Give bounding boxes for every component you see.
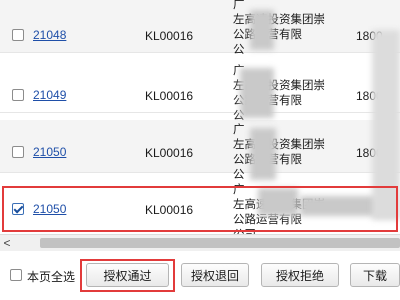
table-row: 21049 KL00016 广 左高速投资集团崇 公路运营有限 公 1800 — [0, 60, 400, 122]
row-checkbox[interactable] — [12, 146, 24, 158]
redaction-blur — [240, 68, 274, 118]
record-id-link[interactable]: 21048 — [33, 28, 66, 42]
download-button[interactable]: 下载 — [350, 263, 400, 287]
selection-highlight-frame — [2, 186, 398, 232]
table-row: 21050 KL00016 广 左高速投资集团崇 公路运营有限 公 18001 — [0, 120, 400, 181]
authorization-table: 21048 KL00016 广 左高速投资集团崇 公路运营有限 公 1800 2… — [0, 0, 400, 241]
record-id-link[interactable]: 21049 — [33, 88, 66, 102]
row-checkbox[interactable] — [12, 89, 24, 101]
redaction-blur — [250, 10, 274, 50]
action-footer: 本页全选 授权通过 授权退回 授权拒绝 下载 — [0, 251, 400, 300]
horizontal-scrollbar[interactable]: < — [0, 234, 400, 251]
select-all-label: 本页全选 — [27, 270, 76, 284]
scroll-left-icon[interactable]: < — [0, 235, 14, 251]
approve-button[interactable]: 授权通过 — [86, 263, 169, 287]
table-row: 21048 KL00016 广 左高速投资集团崇 公路运营有限 公 1800 — [0, 0, 400, 56]
record-id-link[interactable]: 21050 — [33, 145, 66, 159]
select-all-checkbox[interactable] — [10, 269, 22, 281]
record-code: KL00016 — [145, 29, 194, 43]
record-code: KL00016 — [145, 146, 194, 160]
row-checkbox[interactable] — [12, 29, 24, 41]
scrollbar-thumb[interactable] — [40, 238, 400, 248]
reject-button[interactable]: 授权拒绝 — [261, 263, 339, 287]
record-code: KL00016 — [145, 89, 194, 103]
redaction-blur — [250, 128, 276, 180]
revert-button[interactable]: 授权退回 — [181, 263, 249, 287]
